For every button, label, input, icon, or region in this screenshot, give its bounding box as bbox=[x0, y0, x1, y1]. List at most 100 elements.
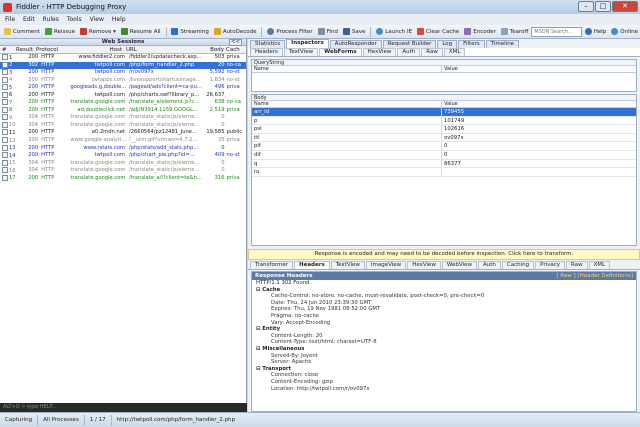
remove-button[interactable]: Remove ▾ bbox=[78, 26, 118, 38]
session-row[interactable]: 9 304 HTTP translate.google.com/translate_s… bbox=[0, 114, 246, 122]
session-row[interactable]: 7 200 HTTP translate.google.com/translate_a… bbox=[0, 99, 246, 107]
quickexec-input[interactable]: ALT+Q > type HELP... bbox=[0, 403, 247, 412]
session-row[interactable]: 14 200 HTTP twtpoll.com/php/chart_pie.php?i… bbox=[0, 152, 246, 160]
column-caching[interactable]: Cach bbox=[226, 46, 246, 53]
session-row[interactable]: 17 200 HTTP translate.google.com/translate_… bbox=[0, 174, 246, 183]
session-row[interactable]: 10 304 HTTP translate.google.com/translate_… bbox=[0, 121, 246, 130]
streaming-button[interactable]: Streaming bbox=[169, 26, 210, 38]
session-row[interactable]: 4 200 HTTP twtapps.com/livesupport/startusi… bbox=[0, 76, 246, 85]
tab-autoresponder[interactable]: AutoResponder bbox=[329, 40, 382, 48]
body-row[interactable]: psl 102616 bbox=[252, 125, 636, 134]
column-host[interactable]: Host bbox=[66, 46, 124, 53]
menu-rules[interactable]: Rules bbox=[43, 16, 59, 23]
header-entry[interactable]: Expires: Thu, 19 Nov 1981 08:52:00 GMT bbox=[252, 306, 636, 313]
process-filter-button[interactable]: Process Filter bbox=[265, 26, 314, 38]
body-column-value[interactable]: Value bbox=[442, 101, 636, 107]
header-entry[interactable]: Location: http://twtpoll.com/r/ov097x bbox=[252, 386, 636, 393]
resp-tab-transformer[interactable]: Transformer bbox=[250, 261, 294, 269]
resp-tab-webview[interactable]: WebView bbox=[441, 261, 477, 269]
menu-view[interactable]: View bbox=[90, 16, 104, 23]
collapse-button[interactable]: << bbox=[228, 39, 242, 46]
tab-filters[interactable]: Filters bbox=[458, 40, 485, 48]
header-entry[interactable]: Connection: close bbox=[252, 372, 636, 379]
session-row[interactable]: 2 302 HTTP twtpoll.com/php/form_handler_2.p… bbox=[0, 61, 246, 70]
resp-tab-raw[interactable]: Raw bbox=[566, 261, 588, 269]
session-row[interactable]: 12 200 HTTP www.google-analyti.../__utm.gif… bbox=[0, 137, 246, 145]
save-button[interactable]: Save bbox=[341, 26, 368, 38]
comment-button[interactable]: Comment bbox=[2, 26, 42, 38]
body-row[interactable]: p 101749 bbox=[252, 116, 636, 126]
session-row[interactable]: 15 304 HTTP translate.google.com/translate_… bbox=[0, 159, 246, 168]
column-body[interactable]: Body bbox=[204, 46, 226, 53]
header-category[interactable]: ⊟ Transport bbox=[252, 366, 636, 373]
req-tab-auth[interactable]: Auth bbox=[397, 48, 421, 56]
header-category[interactable]: ⊟ Entity bbox=[252, 326, 636, 333]
header-entry[interactable]: Vary: Accept-Encoding bbox=[252, 320, 636, 327]
session-row[interactable]: 5 200 HTTP googleads.g.double.../pagead/ads… bbox=[0, 84, 246, 92]
msdn-search-input[interactable]: MSDN Search... bbox=[531, 26, 582, 37]
resp-tab-privacy[interactable]: Privacy bbox=[535, 261, 566, 269]
resp-tab-hexview[interactable]: HexView bbox=[407, 261, 441, 269]
header-entry[interactable]: Pragma: no-cache bbox=[252, 313, 636, 320]
menu-help[interactable]: Help bbox=[112, 16, 126, 23]
qs-column-name[interactable]: Name bbox=[252, 66, 442, 72]
maximize-button[interactable]: □ bbox=[595, 1, 611, 12]
online-indicator[interactable]: Online bbox=[609, 26, 640, 38]
qs-column-value[interactable]: Value bbox=[442, 66, 636, 72]
header-entry[interactable]: Content-Encoding: gzip bbox=[252, 379, 636, 386]
header-entry[interactable]: Content-Type: text/html; charset=UTF-8 bbox=[252, 339, 636, 346]
tab-log[interactable]: Log bbox=[437, 40, 458, 48]
session-row[interactable]: 13 200 HTTP www.rstats.com/php/stats/add_st… bbox=[0, 144, 246, 153]
session-row[interactable]: 11 200 HTTP a0.2mdn.net/2660564/pz12481_Jun… bbox=[0, 129, 246, 137]
body-row[interactable]: ttl ov097x bbox=[252, 133, 636, 143]
req-tab-textview[interactable]: TextView bbox=[283, 48, 319, 56]
tab-timeline[interactable]: Timeline bbox=[485, 40, 520, 48]
process-filter-indicator[interactable]: All Processes bbox=[38, 414, 85, 426]
body-column-name[interactable]: Name bbox=[252, 101, 442, 107]
session-row[interactable]: 3 200 HTTP twtpoll.com/r/ov097x 5,592 no-st bbox=[0, 69, 246, 77]
column-number[interactable]: # bbox=[0, 46, 12, 53]
launch-ie-button[interactable]: Launch IE bbox=[374, 26, 414, 38]
resp-tab-headers[interactable]: Headers bbox=[294, 261, 330, 269]
resp-tab-textview[interactable]: TextView bbox=[330, 261, 365, 269]
find-button[interactable]: Find bbox=[316, 26, 340, 38]
req-tab-raw[interactable]: Raw bbox=[421, 48, 443, 56]
header-entry[interactable]: Content-Length: 20 bbox=[252, 333, 636, 340]
req-tab-hexview[interactable]: HexView bbox=[362, 48, 397, 56]
tearoff-button[interactable]: Tearoff bbox=[499, 26, 530, 38]
capturing-indicator[interactable]: Capturing bbox=[0, 414, 39, 426]
body-row[interactable]: arr_id 739455 bbox=[252, 108, 636, 117]
resp-tab-caching[interactable]: Caching bbox=[501, 261, 535, 269]
tab-statistics[interactable]: Statistics bbox=[250, 40, 286, 48]
body-row[interactable]: dif 0 bbox=[252, 150, 636, 160]
transform-banner[interactable]: Response is encoded and may need to be d… bbox=[248, 249, 640, 260]
menu-file[interactable]: File bbox=[5, 16, 15, 23]
body-row[interactable]: pif 0 bbox=[252, 142, 636, 151]
reissue-button[interactable]: Reissue bbox=[43, 26, 77, 38]
header-entry[interactable]: Server: Apache bbox=[252, 359, 636, 366]
column-result[interactable]: Result bbox=[12, 46, 36, 53]
autodecode-button[interactable]: AutoDecode bbox=[212, 26, 259, 38]
header-entry[interactable]: Date: Thu, 24 Jun 2010 23:39:30 GMT bbox=[252, 300, 636, 307]
close-button[interactable]: ✕ bbox=[612, 1, 638, 12]
header-entry[interactable]: Served-By: Joyent bbox=[252, 353, 636, 360]
session-row[interactable]: 16 304 HTTP translate.google.com/translate_… bbox=[0, 167, 246, 175]
session-row[interactable]: 6 200 HTTP twtpoll.com/php/charts.swf?libra… bbox=[0, 91, 246, 100]
encoder-button[interactable]: Encoder bbox=[462, 26, 498, 38]
help-button[interactable]: Help bbox=[583, 26, 609, 38]
column-url[interactable]: URL bbox=[124, 46, 204, 53]
header-definitions-link[interactable]: [Header Definitions] bbox=[577, 273, 633, 279]
req-tab-xml[interactable]: XML bbox=[443, 48, 466, 56]
tab-inspectors[interactable]: Inspectors bbox=[286, 39, 329, 48]
header-category[interactable]: ⊟ Cache bbox=[252, 287, 636, 294]
raw-link[interactable]: [ Raw ] bbox=[556, 273, 575, 279]
resp-tab-auth[interactable]: Auth bbox=[477, 261, 501, 269]
clear-cache-button[interactable]: Clear Cache bbox=[415, 26, 461, 38]
session-row[interactable]: 1 200 HTTP www.fiddler2.com/fiddler2/update… bbox=[0, 54, 246, 62]
resp-tab-imageview[interactable]: ImageView bbox=[365, 261, 407, 269]
session-row[interactable]: 8 200 HTTP ad.doubleclick.net/adj/N3914.115… bbox=[0, 106, 246, 115]
header-entry[interactable]: Cache-Control: no-store, no-cache, must-… bbox=[252, 293, 636, 300]
column-protocol[interactable]: Protocol bbox=[36, 46, 66, 53]
req-tab-webforms[interactable]: WebForms bbox=[319, 48, 362, 56]
req-tab-headers[interactable]: Headers bbox=[250, 48, 283, 56]
